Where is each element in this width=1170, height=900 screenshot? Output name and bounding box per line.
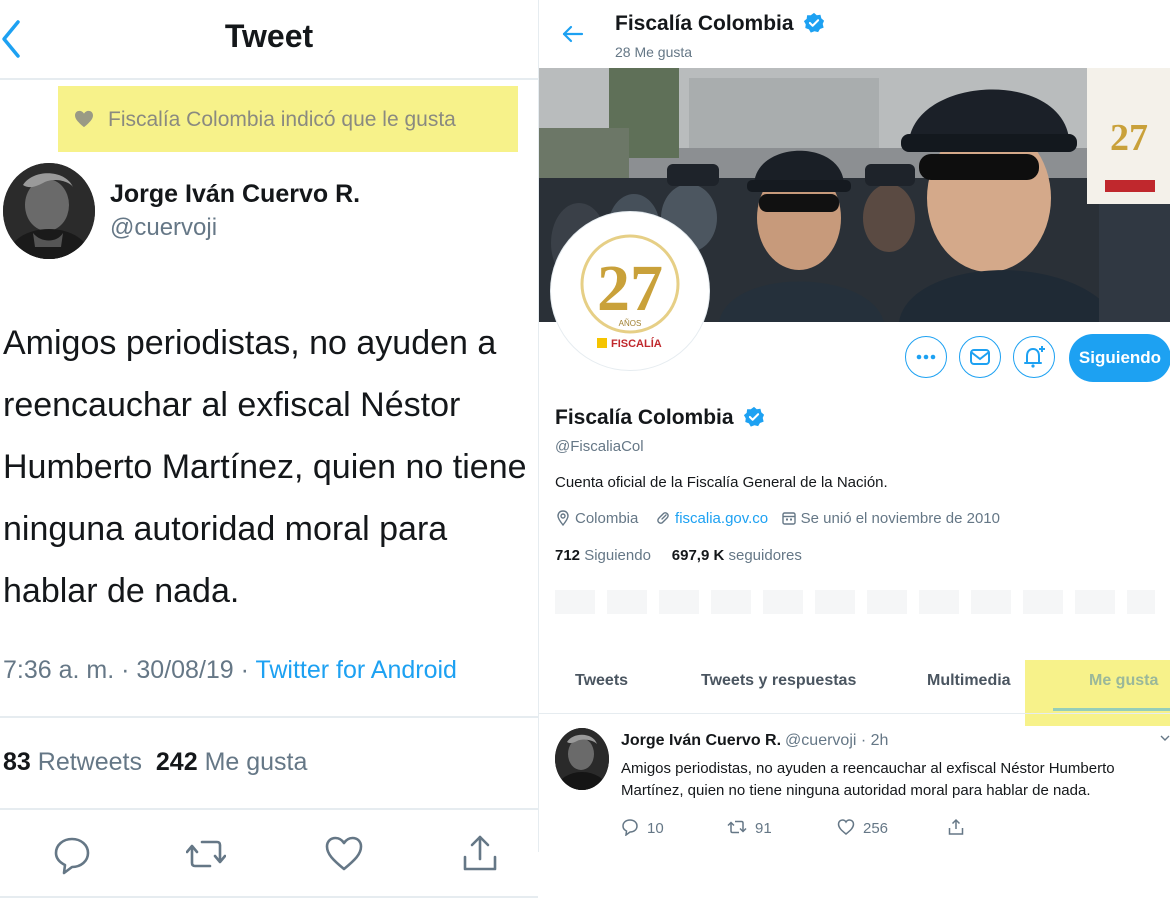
message-button[interactable] [959, 336, 1001, 378]
followers-label[interactable]: seguidores [729, 547, 802, 564]
profile-follow-stats: 712 Siguiendo 697,9 K seguidores [555, 547, 802, 564]
profile-website-link[interactable]: fiscalia.gov.co [675, 510, 768, 527]
reply-icon[interactable] [52, 833, 92, 875]
share-action[interactable] [947, 818, 973, 837]
tweet-author-meta: @cuervoji · 2h [785, 732, 889, 749]
verified-badge-icon [744, 406, 765, 427]
page-title: Tweet [224, 18, 314, 54]
profile-avatar[interactable]: 27 AÑOS FISCALÍA [551, 212, 709, 370]
reply-icon [622, 819, 638, 837]
tweet-text: Amigos periodistas, no ayuden a reencauc… [3, 324, 527, 610]
reply-count: 10 [647, 820, 664, 837]
retweet-action[interactable]: 91 [727, 818, 772, 837]
following-count[interactable]: 712 [555, 547, 580, 564]
profile-title: Fiscalía Colombia [615, 12, 825, 36]
banner-logo-number: 27 [1110, 117, 1148, 159]
profile-name: Fiscalía Colombia [555, 406, 765, 430]
active-tab-indicator [1053, 708, 1170, 711]
profile-panel: Fiscalía Colombia 28 Me gusta 27 27 AÑOS… [538, 0, 1170, 852]
following-button[interactable]: Siguiendo [1069, 334, 1170, 382]
likes-count[interactable]: 242 [156, 748, 198, 776]
author-portrait-icon [3, 163, 95, 259]
share-icon[interactable] [460, 833, 500, 875]
like-icon [837, 819, 855, 835]
fiscalia-27-logo: 27 AÑOS FISCALÍA [555, 216, 705, 366]
tab-highlight [1025, 660, 1170, 726]
divider [539, 713, 1170, 714]
tweet-author: Jorge Iván Cuervo R. @cuervoji · 2h [621, 732, 888, 750]
divider [0, 808, 538, 810]
liked-notice: Fiscalía Colombia indicó que le gusta [58, 86, 518, 152]
heart-icon [75, 110, 93, 128]
like-action[interactable]: 256 [837, 818, 888, 837]
tweet-meta: 7:36 a. m. · 30/08/19 · Twitter for Andr… [3, 656, 457, 685]
calendar-icon [781, 512, 796, 525]
profile-joined: Se unió el noviembre de 2010 [800, 510, 1000, 527]
author-avatar[interactable] [3, 163, 95, 259]
verified-badge-icon [804, 12, 825, 33]
avatar-logo-brand: FISCALÍA [611, 337, 662, 350]
liked-notice-text: Fiscalía Colombia indicó que le gusta [108, 108, 456, 131]
profile-info: Colombia fiscalia.gov.co Se unió el novi… [555, 510, 1000, 527]
tweet-source-link[interactable]: Twitter for Android [255, 656, 456, 684]
likes-label[interactable]: Me gusta [205, 748, 308, 776]
profile-handle: @FiscaliaCol [555, 438, 644, 455]
tab-media[interactable]: Multimedia [927, 672, 1011, 690]
divider [0, 896, 538, 898]
profile-title-text: Fiscalía Colombia [615, 12, 794, 35]
avatar-logo-number: 27 [597, 252, 663, 325]
retweet-icon[interactable] [186, 833, 226, 875]
author-name[interactable]: Jorge Iván Cuervo R. [110, 180, 360, 209]
divider [0, 716, 538, 718]
likes-count-subtitle: 28 Me gusta [615, 44, 693, 60]
share-icon [948, 818, 964, 835]
notifications-button[interactable] [1013, 336, 1055, 378]
author-portrait-icon [555, 728, 609, 790]
tab-likes[interactable]: Me gusta [1089, 672, 1158, 690]
link-icon [657, 512, 669, 524]
retweets-count[interactable]: 83 [3, 748, 31, 776]
reply-action[interactable]: 10 [621, 818, 664, 837]
location-icon [557, 510, 569, 527]
back-arrow-icon[interactable] [561, 22, 585, 46]
more-button[interactable] [905, 336, 947, 378]
profile-location: Colombia [575, 510, 639, 527]
profile-bio: Cuenta oficial de la Fiscalía General de… [555, 474, 888, 491]
tweet-stats: 83 Retweets 242 Me gusta [3, 748, 307, 777]
followers-count[interactable]: 697,9 K [672, 547, 725, 564]
following-label[interactable]: Siguiendo [584, 547, 651, 564]
bell-plus-icon [1024, 346, 1045, 368]
tab-tweets[interactable]: Tweets [575, 672, 628, 690]
chevron-down-icon[interactable] [1159, 732, 1170, 744]
tweet-header: Tweet [0, 0, 538, 80]
like-count: 256 [863, 820, 889, 837]
profile-name-text: Fiscalía Colombia [555, 406, 734, 429]
tweet-time: 7:36 a. m. · 30/08/19 · [3, 656, 256, 684]
retweet-count: 91 [755, 820, 772, 837]
blurred-region [555, 590, 1155, 614]
mail-icon [970, 349, 990, 365]
author-handle[interactable]: @cuervoji [110, 214, 217, 242]
like-icon[interactable] [324, 833, 364, 875]
tweet-detail-panel: Tweet Fiscalía Colombia indicó que le gu… [0, 0, 538, 900]
retweet-icon [727, 820, 747, 834]
tweet-author-name[interactable]: Jorge Iván Cuervo R. [621, 732, 781, 749]
more-icon [916, 354, 936, 360]
tweet-text: Amigos periodistas, no ayuden a reencauc… [621, 760, 1115, 799]
tweet-author-avatar[interactable] [555, 728, 609, 790]
tab-tweets-replies[interactable]: Tweets y respuestas [701, 672, 856, 690]
avatar-logo-years: AÑOS [619, 319, 642, 328]
retweets-label[interactable]: Retweets [38, 748, 142, 776]
